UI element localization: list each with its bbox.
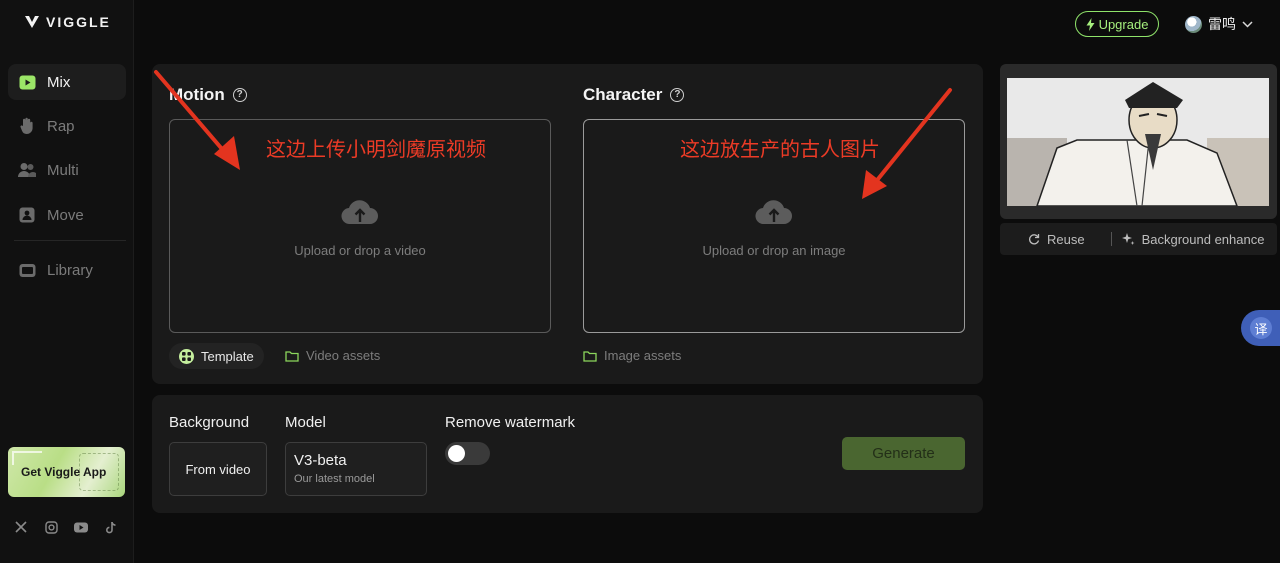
motion-title-text: Motion	[169, 85, 225, 104]
background-enhance-label: Background enhance	[1141, 231, 1265, 247]
preview-image	[1007, 78, 1269, 206]
preview-actions: Reuse Background enhance	[1000, 223, 1277, 255]
result-preview[interactable]	[1000, 64, 1277, 219]
sidebar-item-label: Multi	[47, 161, 79, 179]
background-value: From video	[185, 461, 251, 477]
instagram-icon[interactable]	[44, 520, 58, 534]
sidebar-item-rap[interactable]: Rap	[8, 108, 126, 144]
x-icon[interactable]	[14, 520, 28, 534]
folder-icon	[285, 350, 299, 362]
sidebar-item-library[interactable]: Library	[8, 252, 126, 288]
template-label: Template	[201, 348, 254, 364]
model-select[interactable]: V3-beta Our latest model	[285, 442, 427, 496]
viggle-app: VIGGLE Mix Rap Multi Move Library Get Vi…	[0, 0, 1280, 563]
translate-button[interactable]: 译	[1241, 310, 1280, 346]
template-icon	[179, 348, 194, 364]
image-assets-link[interactable]: Image assets	[583, 348, 681, 363]
character-drop-label: Upload or drop an image	[702, 243, 846, 258]
background-enhance-button[interactable]: Background enhance	[1121, 231, 1265, 247]
chevron-down-icon	[1242, 20, 1253, 28]
get-app-label: Get Viggle App	[21, 465, 107, 479]
folder-icon	[583, 350, 597, 362]
character-title: Character ?	[583, 85, 685, 105]
sidebar-item-move[interactable]: Move	[8, 197, 126, 233]
play-square-icon	[18, 73, 36, 91]
generate-button[interactable]: Generate	[842, 437, 965, 470]
film-icon	[18, 261, 36, 279]
user-name: 雷鸣	[1208, 16, 1236, 32]
logo[interactable]: VIGGLE	[24, 14, 111, 30]
cloud-upload-icon	[341, 198, 379, 231]
refresh-icon	[1029, 234, 1040, 245]
image-assets-label: Image assets	[604, 348, 682, 363]
translate-icon: 译	[1250, 317, 1272, 339]
sidebar-item-label: Library	[47, 261, 93, 279]
separator	[1110, 232, 1112, 246]
logo-text: VIGGLE	[46, 14, 111, 30]
lightning-icon	[1086, 17, 1095, 31]
user-menu[interactable]: 雷鸣	[1185, 14, 1253, 34]
sparkle-icon	[1121, 232, 1135, 245]
youtube-icon[interactable]	[74, 520, 88, 534]
model-description: Our latest model	[294, 473, 375, 485]
sidebar: VIGGLE Mix Rap Multi Move Library Get Vi…	[0, 0, 134, 563]
viggle-logo-icon	[25, 16, 39, 28]
reuse-button[interactable]: Reuse	[1028, 232, 1085, 247]
motion-drop-label: Upload or drop a video	[294, 243, 426, 258]
card-decoration	[12, 451, 42, 465]
hand-icon	[18, 117, 36, 135]
help-icon[interactable]: ?	[670, 88, 685, 102]
upgrade-button[interactable]: Upgrade	[1075, 11, 1159, 37]
cloud-upload-icon	[755, 198, 793, 231]
sidebar-item-multi[interactable]: Multi	[8, 152, 126, 188]
toggle-knob	[448, 445, 465, 462]
reuse-label: Reuse	[1047, 231, 1085, 247]
character-annotation: 这边放生产的古人图片	[680, 139, 880, 161]
remove-watermark-toggle[interactable]	[445, 442, 490, 465]
sidebar-divider	[14, 240, 126, 241]
motion-title: Motion ?	[169, 85, 247, 105]
watermark-label: Remove watermark	[445, 414, 576, 431]
template-button[interactable]: Template	[169, 343, 264, 369]
sidebar-item-label: Mix	[47, 73, 71, 91]
background-select[interactable]: From video	[169, 442, 267, 496]
background-label: Background	[169, 414, 250, 431]
sidebar-item-label: Rap	[47, 117, 75, 135]
sidebar-item-mix[interactable]: Mix	[8, 64, 126, 100]
character-title-text: Character	[583, 85, 663, 104]
get-app-card[interactable]: Get Viggle App	[8, 447, 125, 497]
tiktok-icon[interactable]	[104, 520, 118, 534]
model-label: Model	[285, 414, 326, 431]
users-icon	[18, 161, 36, 179]
avatar	[1185, 15, 1202, 33]
social-links	[14, 520, 118, 534]
upgrade-label: Upgrade	[1098, 16, 1149, 32]
video-assets-link[interactable]: Video assets	[285, 348, 380, 363]
motion-annotation: 这边上传小明剑魔原视频	[266, 139, 486, 161]
video-assets-label: Video assets	[306, 348, 381, 363]
help-icon[interactable]: ?	[232, 88, 247, 102]
model-name: V3-beta	[294, 452, 347, 469]
sidebar-item-label: Move	[47, 206, 84, 224]
person-box-icon	[18, 206, 36, 224]
